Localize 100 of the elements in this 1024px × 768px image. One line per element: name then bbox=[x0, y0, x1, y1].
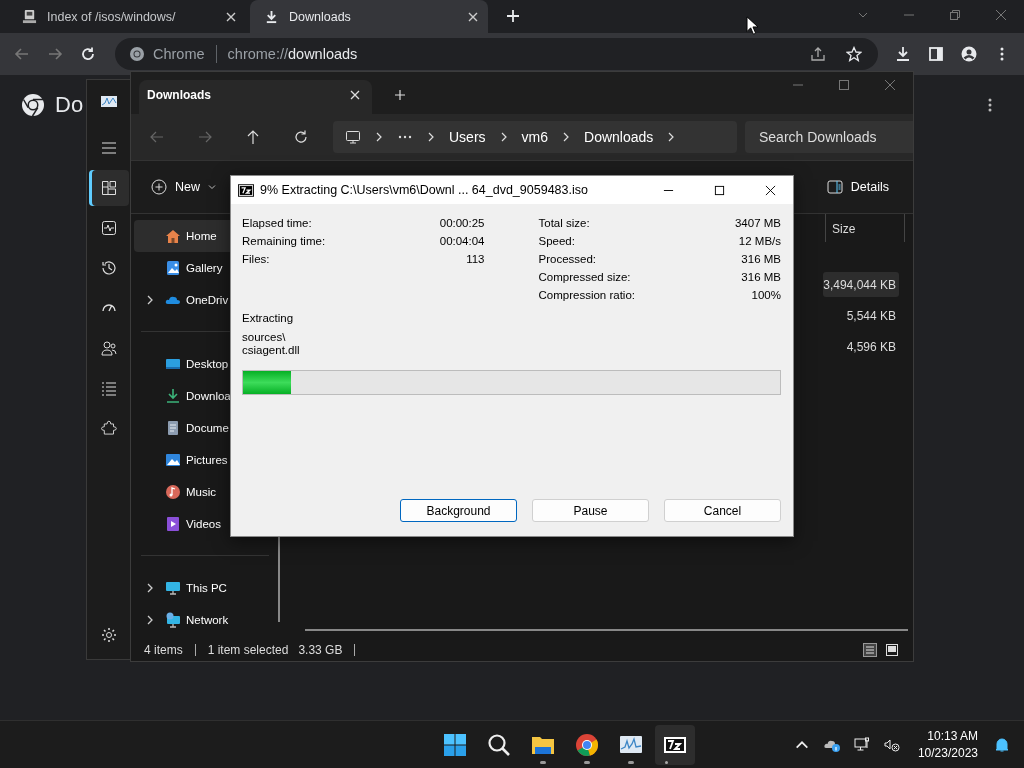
forward-icon[interactable] bbox=[47, 46, 63, 62]
new-tab-icon[interactable] bbox=[506, 9, 520, 23]
window-title: 9% Extracting C:\Users\vm6\Downl ... 64_dvd_9059483.iso bbox=[260, 183, 588, 197]
monitor-icon bbox=[165, 580, 181, 596]
document-icon bbox=[165, 420, 181, 436]
nav-item[interactable] bbox=[88, 170, 129, 206]
start-icon bbox=[442, 732, 467, 757]
dialog-button[interactable]: Background bbox=[400, 499, 517, 522]
download-icon bbox=[264, 9, 279, 24]
back-icon[interactable] bbox=[149, 129, 165, 145]
dialog-button[interactable]: Pause bbox=[532, 499, 649, 522]
plus-circle-icon bbox=[151, 179, 167, 195]
users-icon bbox=[100, 340, 117, 356]
item-count: 4 items bbox=[144, 643, 183, 657]
clock-time[interactable]: 10:13 AM bbox=[927, 727, 978, 745]
nav-item[interactable]: Pictures bbox=[134, 444, 284, 476]
menu-icon[interactable] bbox=[100, 140, 117, 156]
chevron-right-icon[interactable] bbox=[562, 131, 570, 143]
nav-item[interactable]: Videos bbox=[134, 508, 284, 540]
stat-value: 00:04:04 bbox=[439, 235, 485, 249]
back-icon[interactable] bbox=[14, 46, 30, 62]
address-bar[interactable]: Chrome chrome://downloads bbox=[115, 38, 878, 70]
stat-label: Speed: bbox=[538, 235, 575, 249]
video-icon bbox=[165, 516, 181, 532]
share-icon[interactable] bbox=[810, 46, 826, 62]
chevron-right-icon[interactable] bbox=[667, 131, 676, 143]
stat-value: 12 MB/s bbox=[738, 235, 781, 249]
nav-item[interactable]: This PC bbox=[134, 572, 284, 604]
selection-count: 1 item selected bbox=[207, 643, 289, 657]
star-icon[interactable] bbox=[846, 46, 862, 62]
details-button[interactable]: Details bbox=[818, 173, 897, 201]
nav-item[interactable]: Music bbox=[134, 476, 284, 508]
download-icon bbox=[165, 388, 181, 404]
chrome-icon bbox=[129, 46, 145, 62]
details-view-icon[interactable] bbox=[863, 643, 877, 657]
stat-value: 316 MB bbox=[741, 271, 781, 285]
nav-item[interactable]: Downloa bbox=[134, 380, 284, 412]
breadcrumb-item[interactable]: Downloads bbox=[584, 129, 654, 145]
profile-icon[interactable] bbox=[961, 46, 977, 62]
table-cell[interactable]: 5,544 KB bbox=[823, 303, 899, 328]
chevron-right-icon[interactable] bbox=[499, 131, 508, 143]
house-icon bbox=[165, 228, 181, 244]
stat-value: 316 MB bbox=[741, 253, 781, 267]
bell-icon[interactable] bbox=[994, 736, 1010, 753]
stat-value: 00:00:25 bbox=[439, 217, 485, 231]
browser-tab[interactable]: Downloads bbox=[250, 0, 488, 33]
stat-value: 113 bbox=[466, 253, 485, 267]
settings-icon[interactable] bbox=[100, 627, 117, 643]
download-icon[interactable] bbox=[895, 46, 911, 62]
server-icon bbox=[22, 9, 37, 24]
url-text: chrome://downloads bbox=[227, 46, 358, 62]
expand-chevron-icon[interactable] bbox=[145, 582, 154, 594]
stat-label: Files: bbox=[242, 253, 270, 267]
chevron-right-icon[interactable] bbox=[427, 131, 435, 143]
close-icon[interactable] bbox=[765, 184, 776, 196]
table-cell[interactable]: 4,596 KB bbox=[823, 334, 899, 359]
maximize-icon[interactable] bbox=[714, 184, 725, 196]
nav-item[interactable]: Docume bbox=[134, 412, 284, 444]
side-panel-icon[interactable] bbox=[928, 46, 944, 62]
search-icon bbox=[486, 732, 511, 757]
forward-icon[interactable] bbox=[197, 129, 213, 145]
stat-value: 3407 MB bbox=[734, 217, 781, 231]
restore-icon[interactable] bbox=[949, 9, 961, 21]
table-cell[interactable]: 3,494,044 KB bbox=[823, 272, 899, 297]
caret-icon bbox=[208, 183, 216, 191]
list-icon bbox=[100, 380, 117, 396]
breadcrumb-item[interactable]: vm6 bbox=[521, 129, 548, 145]
dialog-button[interactable]: Cancel bbox=[664, 499, 781, 522]
window-tab[interactable]: Downloads bbox=[139, 80, 372, 114]
monitor-icon bbox=[345, 129, 361, 145]
expand-chevron-icon[interactable] bbox=[145, 614, 154, 626]
history-icon bbox=[100, 260, 117, 276]
address-bar[interactable]: Users vm6 Downloads bbox=[333, 121, 737, 153]
stat-label: Total size: bbox=[538, 217, 590, 231]
archive-app-icon bbox=[238, 183, 254, 197]
stat-label: Compressed size: bbox=[538, 271, 631, 285]
breadcrumb-item[interactable]: Users bbox=[449, 129, 486, 145]
network-icon[interactable] bbox=[853, 736, 870, 753]
stat-value: 100% bbox=[751, 289, 781, 303]
expand-chevron-icon[interactable] bbox=[145, 294, 154, 306]
chrome-logo-icon bbox=[21, 93, 45, 117]
new-tab-icon[interactable] bbox=[394, 89, 406, 101]
browser-tab[interactable]: Index of /isos/windows/ bbox=[8, 0, 246, 33]
refresh-icon[interactable] bbox=[293, 129, 309, 145]
new-button[interactable]: New bbox=[143, 173, 224, 201]
nav-item[interactable]: Network bbox=[134, 604, 284, 636]
up-icon[interactable] bbox=[245, 129, 261, 145]
reload-icon[interactable] bbox=[80, 46, 96, 62]
column-header[interactable]: Size bbox=[825, 214, 905, 242]
taskbar-app[interactable] bbox=[654, 724, 695, 765]
file-path: sources\ bbox=[242, 331, 287, 344]
clock-date[interactable]: 10/23/2023 bbox=[917, 744, 978, 762]
selection-size: 3.33 GB bbox=[298, 643, 343, 657]
search-field[interactable]: Search Downloads bbox=[745, 121, 913, 153]
chart-monitor-icon bbox=[100, 94, 117, 110]
desktop-icon bbox=[165, 356, 181, 372]
site-label: Chrome bbox=[153, 46, 205, 62]
pulse-icon bbox=[100, 220, 117, 236]
tiles-view-icon[interactable] bbox=[885, 643, 899, 657]
chevron-right-icon[interactable] bbox=[375, 131, 383, 143]
